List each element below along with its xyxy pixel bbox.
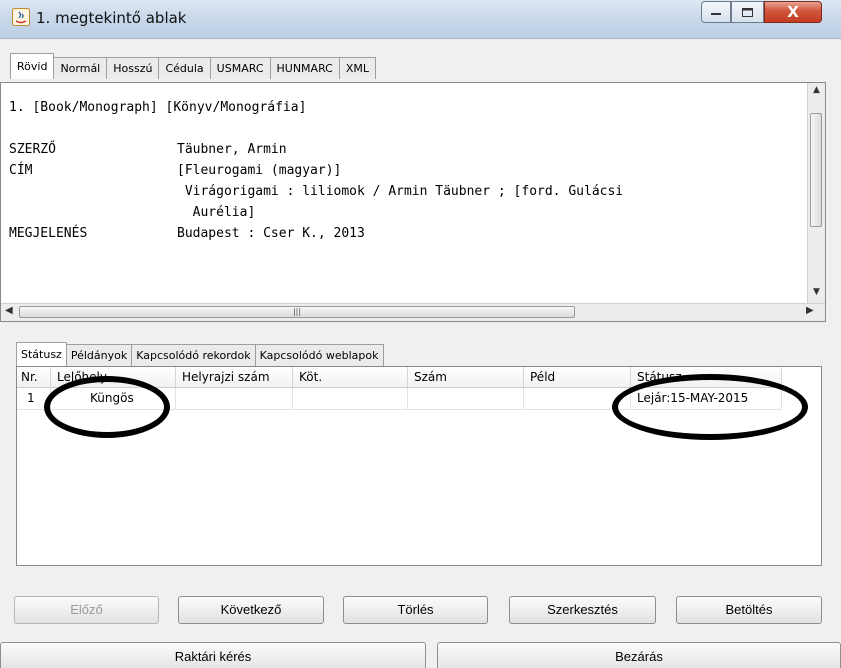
title-value-line3: Aurélia] (177, 205, 256, 220)
cell-kot (293, 388, 408, 409)
record-type-line: 1. [Book/Monograph] [Könyv/Monográfia] (9, 100, 307, 115)
horizontal-scrollbar[interactable]: ◀ ||| ▶ (1, 303, 825, 321)
tab-usmarc[interactable]: USMARC (209, 57, 271, 79)
column-header-szam[interactable]: Szám (408, 367, 524, 387)
viewer-window: 1. megtekintő ablak X Rövid Normál Hossz… (0, 0, 841, 668)
cell-helyrajzi-szam (176, 388, 293, 409)
close-window-button[interactable]: X (764, 1, 822, 23)
tab-hunmarc[interactable]: HUNMARC (269, 57, 340, 79)
close-icon: X (787, 3, 799, 21)
publication-row: MEGJELENÉS Budapest : Cser K., 2013 (9, 223, 809, 244)
tab-kapcsolodo-weblapok[interactable]: Kapcsolódó weblapok (254, 344, 384, 366)
format-tabs: Rövid Normál Hosszú Cédula USMARC HUNMAR… (10, 53, 376, 79)
edit-button[interactable]: Szerkesztés (509, 596, 656, 624)
author-value: Täubner, Armin (177, 142, 287, 157)
tab-hosszu[interactable]: Hosszú (106, 57, 160, 79)
title-value-line2: Virágorigami : liliomok / Armin Täubner … (177, 184, 624, 199)
info-tabs: Státusz Példányok Kapcsolódó rekordok Ka… (16, 342, 384, 366)
tab-peldanyok[interactable]: Példányok (65, 344, 133, 366)
author-label: SZERZŐ (9, 142, 56, 157)
record-text-area[interactable]: 1. [Book/Monograph] [Könyv/Monográfia] S… (0, 82, 826, 322)
publication-label: MEGJELENÉS (9, 226, 88, 241)
column-header-nr[interactable]: Nr. (17, 367, 51, 387)
title-value-line1: [Fleurogami (magyar)] (177, 163, 342, 178)
tab-xml[interactable]: XML (338, 57, 376, 79)
maximize-button[interactable] (731, 1, 764, 23)
title-label: CÍM (9, 163, 33, 178)
cell-szam (408, 388, 524, 409)
close-button[interactable]: Bezárás (437, 642, 841, 668)
column-header-peld[interactable]: Péld (524, 367, 631, 387)
scroll-down-arrow-icon[interactable]: ▼ (808, 287, 825, 297)
scroll-left-arrow-icon[interactable]: ◀ (5, 305, 13, 316)
window-title: 1. megtekintő ablak (36, 9, 187, 27)
scroll-up-arrow-icon[interactable]: ▲ (808, 85, 825, 95)
scroll-right-arrow-icon[interactable]: ▶ (806, 305, 814, 316)
maximize-icon (742, 7, 753, 17)
vertical-scroll-thumb[interactable] (810, 113, 822, 227)
tab-kapcsolodo-rekordok[interactable]: Kapcsolódó rekordok (131, 344, 256, 366)
minimize-icon (711, 13, 721, 15)
horizontal-scroll-thumb[interactable]: ||| (19, 306, 575, 318)
author-row: SZERZŐ Täubner, Armin (9, 139, 809, 160)
annotation-ellipse-statusz (612, 374, 808, 440)
title-row: CÍM [Fleurogami (magyar)] (9, 160, 809, 181)
java-app-icon (12, 8, 30, 26)
window-controls: X (701, 1, 822, 25)
load-button[interactable]: Betöltés (676, 596, 822, 624)
column-header-kot[interactable]: Köt. (293, 367, 408, 387)
next-button[interactable]: Következő (178, 596, 324, 624)
annotation-ellipse-lelohely (44, 376, 170, 438)
vertical-scrollbar[interactable]: ▲ ▼ (807, 83, 825, 305)
tab-normal[interactable]: Normál (53, 57, 108, 79)
column-header-helyrajzi-szam[interactable]: Helyrajzi szám (176, 367, 293, 387)
stack-request-button[interactable]: Raktári kérés (0, 642, 426, 668)
record-content: 1. [Book/Monograph] [Könyv/Monográfia] S… (9, 97, 809, 244)
delete-button[interactable]: Törlés (343, 596, 488, 624)
minimize-button[interactable] (701, 1, 731, 23)
tab-rovid[interactable]: Rövid (10, 53, 55, 79)
title-bar[interactable]: 1. megtekintő ablak X (0, 0, 841, 39)
tab-statusz[interactable]: Státusz (16, 342, 67, 366)
tab-cedula[interactable]: Cédula (158, 57, 211, 79)
previous-button[interactable]: Előző (14, 596, 159, 624)
publication-value: Budapest : Cser K., 2013 (177, 226, 365, 241)
